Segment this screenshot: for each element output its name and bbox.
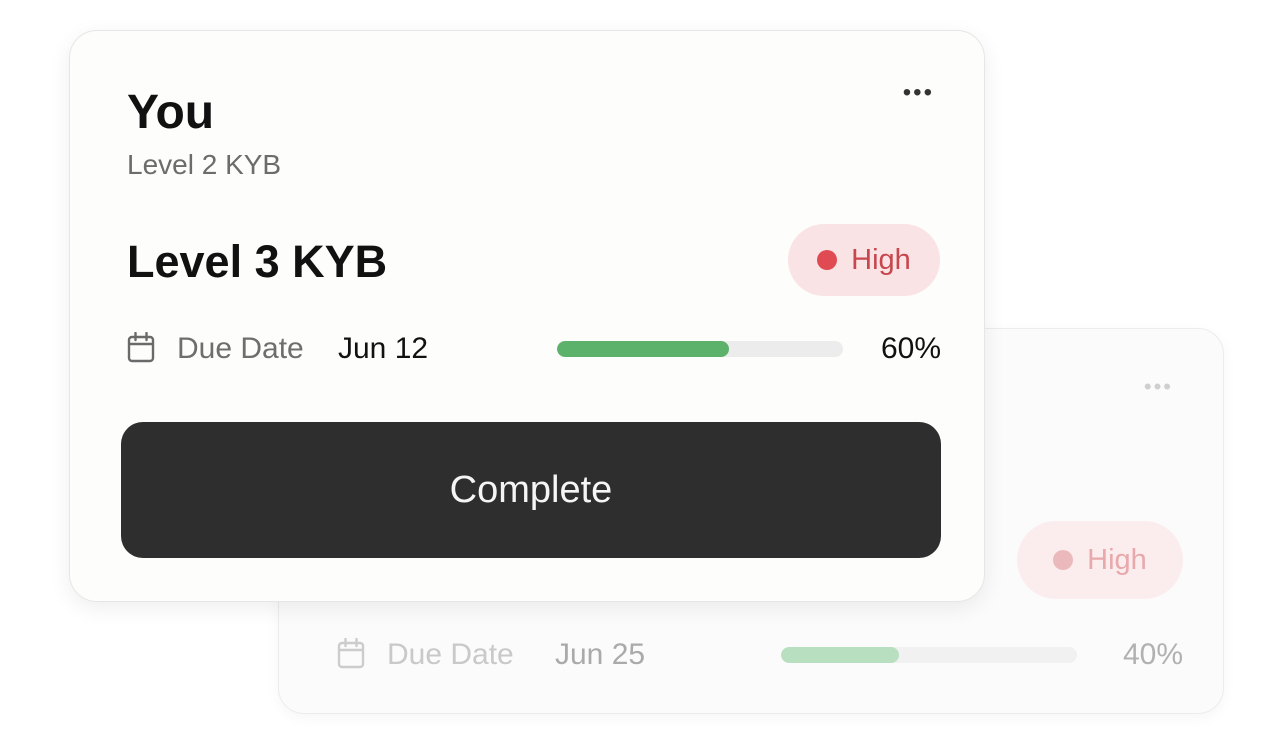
due-date-row: Due Date Jun 12 60% (127, 329, 943, 369)
more-horizontal-icon[interactable]: ••• (1144, 376, 1173, 398)
priority-dot-icon (817, 250, 838, 270)
progress-percent: 60% (880, 332, 941, 365)
priority-badge: High (788, 224, 940, 296)
assignee-name: You (127, 86, 215, 139)
due-date-value: Jun 25 (555, 638, 646, 671)
task-card-primary[interactable]: ••• You Level 2 KYB Level 3 KYB High Due… (69, 30, 985, 602)
priority-label: High (1087, 543, 1147, 576)
priority-label: High (851, 243, 911, 276)
due-date-value: Jun 12 (338, 332, 429, 365)
previous-level: Level 2 KYB (127, 149, 282, 180)
calendar-icon (337, 638, 365, 669)
due-date-row: Due Date Jun 25 40% (337, 635, 1187, 675)
due-date-label: Due Date (387, 638, 514, 671)
progress-bar-fill (557, 341, 729, 357)
due-date-label: Due Date (177, 332, 304, 365)
priority-dot-icon (1053, 550, 1074, 570)
task-title: Level 3 KYB (127, 236, 388, 287)
progress-bar-fill (781, 647, 900, 663)
progress-bar (781, 647, 1077, 663)
calendar-icon (127, 332, 155, 363)
complete-button[interactable]: Complete (121, 422, 941, 558)
more-horizontal-icon[interactable]: ••• (903, 81, 934, 105)
progress-bar (557, 341, 843, 357)
priority-badge: High (1017, 521, 1183, 599)
progress-percent: 40% (1122, 638, 1183, 671)
